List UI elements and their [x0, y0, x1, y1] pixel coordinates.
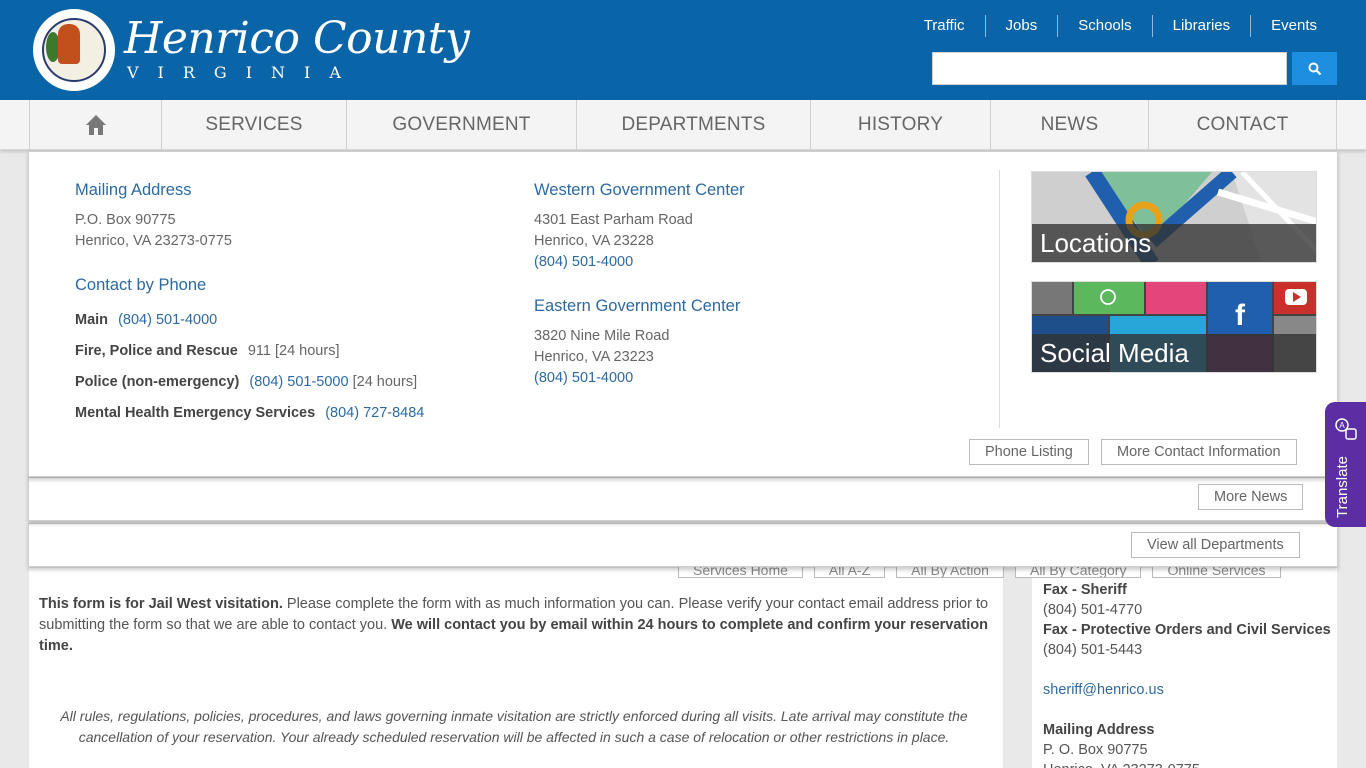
translate-label: Translate [1334, 456, 1351, 518]
contact-dropdown: Mailing Address P.O. Box 90775 Henrico, … [28, 151, 1338, 477]
seal-figure [58, 24, 80, 64]
sidebar-contact-info: Fax - Sheriff (804) 501-4770 Fax - Prote… [1043, 580, 1331, 768]
fax-protective-number: (804) 501-5443 [1043, 642, 1143, 658]
western-line1: 4301 East Parham Road [534, 212, 693, 228]
phone-label: Police (non-emergency) [75, 374, 240, 390]
svg-text:f: f [1235, 299, 1246, 332]
phone-row-main: Main (804) 501-4000 [75, 312, 217, 328]
phone-row-mental-health: Mental Health Emergency Services (804) 7… [75, 405, 424, 421]
translate-icon: A [1335, 418, 1357, 440]
fax-sheriff-number: (804) 501-4770 [1043, 602, 1143, 618]
more-contact-info-button[interactable]: More Contact Information [1101, 439, 1297, 465]
nav-contact[interactable]: CONTACT [1149, 100, 1337, 150]
mailing-line1: P.O. Box 90775 [75, 212, 176, 228]
western-center-address: 4301 East Parham Road Henrico, VA 23228 … [534, 210, 693, 273]
western-line2: Henrico, VA 23228 [534, 233, 654, 249]
main-nav: SERVICES GOVERNMENT DEPARTMENTS HISTORY … [0, 100, 1366, 150]
toplink-traffic[interactable]: Traffic [904, 15, 985, 37]
phone-number: 911 [247, 343, 271, 359]
contact-by-phone-heading: Contact by Phone [75, 276, 207, 294]
search-input[interactable] [932, 52, 1287, 85]
eastern-phone-link[interactable]: (804) 501-4000 [534, 370, 633, 386]
nav-services[interactable]: SERVICES [162, 100, 347, 150]
translate-tab[interactable]: A Translate [1325, 402, 1366, 527]
phone-note: [24 hours] [352, 374, 418, 390]
locations-tile[interactable]: Locations [1031, 171, 1317, 263]
social-media-tile[interactable]: f Social Media [1031, 281, 1317, 373]
intro-bold-1: This form is for Jail West visitation. [39, 596, 283, 612]
logo-subtitle: VIRGINIA [127, 63, 360, 82]
nav-history[interactable]: HISTORY [811, 100, 991, 150]
eastern-line1: 3820 Nine Mile Road [534, 328, 670, 344]
phone-label: Main [75, 312, 109, 328]
eastern-line2: Henrico, VA 23223 [534, 349, 654, 365]
phone-label: Mental Health Emergency Services [75, 405, 316, 421]
phone-row-police-non-emergency: Police (non-emergency) (804) 501-5000 [2… [75, 374, 417, 390]
toplink-events[interactable]: Events [1250, 15, 1337, 37]
sidebar-mailing-line2: Henrico, VA 23273-0775 [1043, 760, 1331, 768]
view-all-departments-button[interactable]: View all Departments [1131, 532, 1300, 558]
fax-sheriff-label: Fax - Sheriff [1043, 582, 1127, 598]
mailing-address: P.O. Box 90775 Henrico, VA 23273-0775 [75, 210, 232, 252]
sheriff-email-link[interactable]: sheriff@henrico.us [1043, 680, 1331, 700]
logo-title[interactable]: Henrico County [124, 16, 470, 62]
svg-text:A: A [1339, 421, 1345, 430]
toplink-schools[interactable]: Schools [1057, 15, 1151, 37]
visitation-rules: All rules, regulations, policies, proced… [60, 708, 968, 745]
column-divider [999, 170, 1000, 428]
sidebar-mailing-line1: P. O. Box 90775 [1043, 742, 1148, 758]
phone-note: [24 hours] [274, 343, 340, 359]
news-dropdown: More News [28, 477, 1338, 521]
toplink-libraries[interactable]: Libraries [1151, 15, 1251, 37]
form-intro: This form is for Jail West visitation. P… [39, 594, 989, 657]
phone-label: Fire, Police and Rescue [75, 343, 238, 359]
search-icon [1308, 62, 1321, 75]
county-seal-logo[interactable] [33, 9, 115, 91]
site-header: Henrico County VIRGINIA Traffic Jobs Sch… [0, 0, 1366, 100]
mailing-line2: Henrico, VA 23273-0775 [75, 233, 232, 249]
more-news-button[interactable]: More News [1198, 484, 1304, 510]
main-nav-items: SERVICES GOVERNMENT DEPARTMENTS HISTORY … [29, 100, 1337, 150]
home-icon [85, 115, 106, 135]
toplink-jobs[interactable]: Jobs [984, 15, 1058, 37]
nav-news[interactable]: NEWS [991, 100, 1149, 150]
eastern-center-address: 3820 Nine Mile Road Henrico, VA 23223 (8… [534, 326, 669, 389]
nav-home[interactable] [30, 100, 162, 150]
locations-label: Locations [1032, 224, 1316, 262]
mailing-address-heading: Mailing Address [75, 181, 192, 199]
social-media-label: Social Media [1032, 334, 1316, 372]
top-links: Traffic Jobs Schools Libraries Events [904, 15, 1337, 37]
phone-number-link[interactable]: (804) 501-4000 [118, 312, 217, 328]
nav-government[interactable]: GOVERNMENT [347, 100, 577, 150]
phone-row-fire-police-rescue: Fire, Police and Rescue 911 [24 hours] [75, 343, 339, 359]
departments-dropdown: View all Departments [28, 523, 1338, 567]
phone-number-link[interactable]: (804) 727-8484 [325, 405, 424, 421]
eastern-center-heading[interactable]: Eastern Government Center [534, 297, 740, 316]
phone-number-link[interactable]: (804) 501-5000 [249, 374, 348, 390]
western-phone-link[interactable]: (804) 501-4000 [534, 254, 633, 270]
search-button[interactable] [1292, 52, 1337, 85]
sidebar-mailing-label: Mailing Address [1043, 722, 1155, 738]
western-center-heading[interactable]: Western Government Center [534, 181, 745, 200]
phone-listing-button[interactable]: Phone Listing [969, 439, 1089, 465]
fax-protective-label: Fax - Protective Orders and Civil Servic… [1043, 622, 1331, 638]
nav-departments[interactable]: DEPARTMENTS [577, 100, 811, 150]
